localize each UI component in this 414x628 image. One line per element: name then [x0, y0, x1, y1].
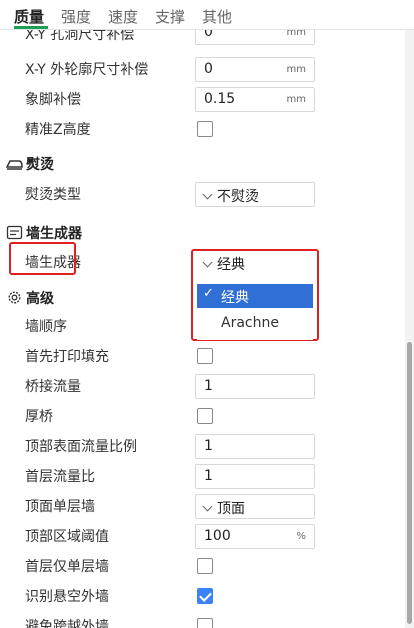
option-label: Arachne: [221, 315, 279, 331]
setting-label: 顶部区域阈值: [25, 529, 109, 545]
wall-icon: [6, 225, 23, 240]
tab-quality[interactable]: 质量: [14, 6, 44, 27]
setting-label: 首层流量比: [25, 469, 95, 485]
first-layer-single-wall-checkbox[interactable]: [197, 558, 213, 574]
avoid-crossing-checkbox[interactable]: [197, 618, 213, 628]
setting-label: 熨烫类型: [25, 187, 81, 203]
wall-generator-dropdown-list: ✓ 经典 Arachne: [197, 283, 313, 340]
setting-row-first-layer-single-wall: 首层仅单层墙: [0, 552, 405, 582]
unit-label: mm: [286, 94, 306, 105]
setting-row-contour-compensation: X-Y 外轮廓尺寸补偿 0 mm: [0, 55, 405, 85]
tab-other[interactable]: 其他: [202, 6, 232, 27]
setting-label: 首层仅单层墙: [25, 559, 109, 575]
checkmark-icon: ✓: [203, 286, 214, 301]
setting-label: 桥接流量: [25, 379, 81, 395]
thick-bridges-checkbox[interactable]: [197, 408, 213, 424]
setting-row-top-single-wall: 顶面单层墙 顶面: [0, 492, 405, 522]
bridge-flow-input[interactable]: 1: [195, 374, 315, 399]
top-area-threshold-input[interactable]: 100 %: [195, 524, 315, 549]
tab-bar: 质量 强度 速度 支撑 其他: [0, 0, 414, 30]
section-title: 墙生成器: [26, 226, 82, 242]
input-value: 1: [204, 438, 213, 454]
highlight-box-label: [9, 242, 76, 275]
setting-row-hole-compensation: X-Y 孔洞尺寸补偿 0 mm: [0, 30, 405, 50]
unit-label: mm: [286, 64, 306, 75]
unit-label: %: [296, 531, 306, 542]
detect-overhang-checkbox[interactable]: [197, 588, 213, 604]
setting-label: 精准Z高度: [25, 122, 91, 138]
setting-label: 墙顺序: [25, 319, 67, 335]
input-value: 100: [204, 528, 231, 544]
setting-label: 象脚补偿: [25, 92, 81, 108]
setting-row-print-infill-first: 首先打印填充: [0, 342, 405, 372]
setting-row-elephant-foot: 象脚补偿 0.15 mm: [0, 85, 405, 115]
setting-row-first-layer-flow: 首层流量比 1: [0, 462, 405, 492]
setting-row-avoid-crossing: 避免跨越外墙: [0, 612, 405, 628]
setting-row-top-surface-flow: 顶部表面流量比例 1: [0, 432, 405, 462]
setting-label: 避免跨越外墙: [25, 619, 109, 628]
tab-strength[interactable]: 强度: [61, 6, 91, 27]
setting-label: 顶部表面流量比例: [25, 439, 137, 455]
setting-label: 识别悬空外墙: [25, 589, 109, 605]
input-value: 0.15: [204, 91, 236, 107]
select-value: 不熨烫: [217, 189, 259, 205]
hole-compensation-input[interactable]: 0 mm: [195, 30, 315, 45]
dropdown-option-classic[interactable]: ✓ 经典: [197, 284, 313, 308]
chevron-down-icon: [202, 501, 213, 512]
top-surface-flow-input[interactable]: 1: [195, 434, 315, 459]
setting-row-ironing-type: 熨烫类型 不熨烫: [0, 180, 405, 210]
input-value: 1: [204, 468, 213, 484]
gear-icon: [8, 291, 21, 304]
input-value: 0: [204, 30, 213, 40]
setting-row-precise-z: 精准Z高度: [0, 115, 405, 145]
setting-label: 厚桥: [25, 409, 53, 425]
setting-row-top-area-threshold: 顶部区域阈值 100 %: [0, 522, 405, 552]
scrollbar-thumb[interactable]: [407, 342, 412, 624]
ironing-type-select[interactable]: 不熨烫: [195, 182, 315, 207]
iron-icon: [6, 160, 23, 170]
tab-speed[interactable]: 速度: [108, 6, 138, 27]
setting-row-detect-overhang: 识别悬空外墙: [0, 582, 405, 612]
first-layer-flow-input[interactable]: 1: [195, 464, 315, 489]
option-label: 经典: [221, 290, 249, 306]
section-title: 高级: [26, 291, 54, 307]
setting-label: 首先打印填充: [25, 349, 109, 365]
active-tab-indicator: [14, 26, 48, 29]
section-header-ironing: 熨烫: [0, 148, 405, 178]
precise-z-checkbox[interactable]: [197, 121, 213, 137]
scrollbar[interactable]: [405, 30, 414, 628]
unit-label: mm: [286, 30, 306, 38]
chevron-down-icon: [202, 189, 213, 200]
dropdown-option-arachne[interactable]: Arachne: [197, 312, 313, 336]
top-single-wall-select[interactable]: 顶面: [195, 494, 315, 519]
setting-label: 顶面单层墙: [25, 499, 95, 515]
contour-compensation-input[interactable]: 0 mm: [195, 57, 315, 82]
select-value: 顶面: [217, 501, 245, 517]
elephant-foot-input[interactable]: 0.15 mm: [195, 87, 315, 112]
setting-label: X-Y 孔洞尺寸补偿: [25, 30, 135, 43]
input-value: 0: [204, 61, 213, 77]
input-value: 1: [204, 378, 213, 394]
setting-row-thick-bridges: 厚桥: [0, 402, 405, 432]
print-infill-first-checkbox[interactable]: [197, 348, 213, 364]
tab-support[interactable]: 支撑: [155, 6, 185, 27]
setting-label: X-Y 外轮廓尺寸补偿: [25, 62, 149, 78]
setting-row-bridge-flow: 桥接流量 1: [0, 372, 405, 402]
section-title: 熨烫: [26, 157, 54, 173]
